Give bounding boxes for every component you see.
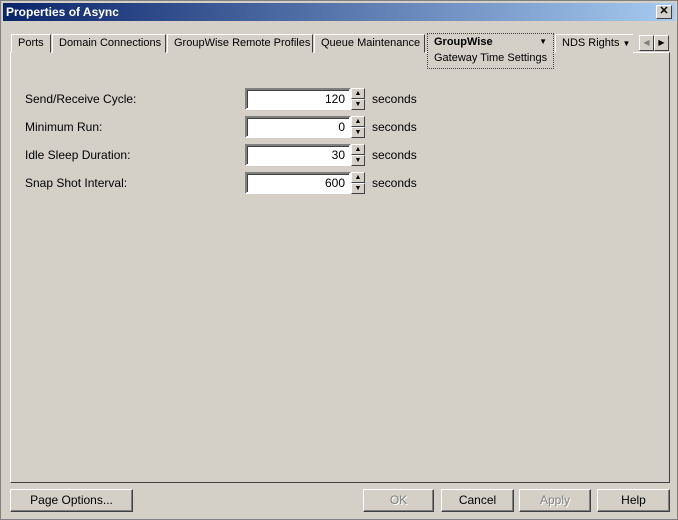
title-bar: Properties of Async <box>3 3 675 21</box>
tab-nds-rights-label: NDS Rights <box>562 37 620 49</box>
unit-label: seconds <box>372 92 417 106</box>
minimum-run-input[interactable]: 0 <box>245 116 351 138</box>
tab-domain-connections[interactable]: Domain Connections <box>52 34 166 53</box>
spin-up-icon[interactable]: ▲ <box>351 144 365 155</box>
spinner[interactable]: ▲ ▼ <box>351 144 365 166</box>
spinner[interactable]: ▲ ▼ <box>351 88 365 110</box>
page-options-button[interactable]: Page Options... <box>10 489 133 512</box>
tab-queue-maintenance[interactable]: Queue Maintenance <box>314 34 425 53</box>
close-button[interactable]: ✕ <box>656 5 672 19</box>
send-receive-cycle-input[interactable]: 120 <box>245 88 351 110</box>
spinner[interactable]: ▲ ▼ <box>351 172 365 194</box>
spin-down-icon[interactable]: ▼ <box>351 155 365 166</box>
field-label: Idle Sleep Duration: <box>25 148 131 162</box>
tab-groupwise-label: GroupWise <box>434 36 493 48</box>
tab-groupwise[interactable]: GroupWise ▼ Gateway Time Settings <box>427 33 554 69</box>
ok-button[interactable]: OK <box>363 489 434 512</box>
tab-nds-rights[interactable]: NDS Rights ▼ <box>555 34 633 53</box>
unit-label: seconds <box>372 176 417 190</box>
subtab-gateway-time-settings[interactable]: Gateway Time Settings <box>434 50 547 66</box>
unit-label: seconds <box>372 148 417 162</box>
dropdown-arrow-icon[interactable]: ▼ <box>623 39 631 48</box>
spinner[interactable]: ▲ ▼ <box>351 116 365 138</box>
spin-down-icon[interactable]: ▼ <box>351 99 365 110</box>
window-title: Properties of Async <box>6 5 119 19</box>
field-label: Snap Shot Interval: <box>25 176 128 190</box>
spin-down-icon[interactable]: ▼ <box>351 183 365 194</box>
tab-groupwise-remote-profiles[interactable]: GroupWise Remote Profiles <box>167 34 313 53</box>
field-label: Minimum Run: <box>25 120 103 134</box>
spin-down-icon[interactable]: ▼ <box>351 127 365 138</box>
dropdown-arrow-icon[interactable]: ▼ <box>539 34 547 50</box>
spin-up-icon[interactable]: ▲ <box>351 88 365 99</box>
tab-scroll-left-button[interactable]: ◀ <box>639 35 654 51</box>
cancel-button[interactable]: Cancel <box>441 489 514 512</box>
spin-up-icon[interactable]: ▲ <box>351 172 365 183</box>
help-button[interactable]: Help <box>597 489 670 512</box>
tab-scroll-right-button[interactable]: ▶ <box>654 35 669 51</box>
idle-sleep-duration-input[interactable]: 30 <box>245 144 351 166</box>
spin-up-icon[interactable]: ▲ <box>351 116 365 127</box>
tab-ports[interactable]: Ports <box>11 34 51 53</box>
snap-shot-interval-input[interactable]: 600 <box>245 172 351 194</box>
apply-button[interactable]: Apply <box>519 489 591 512</box>
field-label: Send/Receive Cycle: <box>25 92 137 106</box>
unit-label: seconds <box>372 120 417 134</box>
